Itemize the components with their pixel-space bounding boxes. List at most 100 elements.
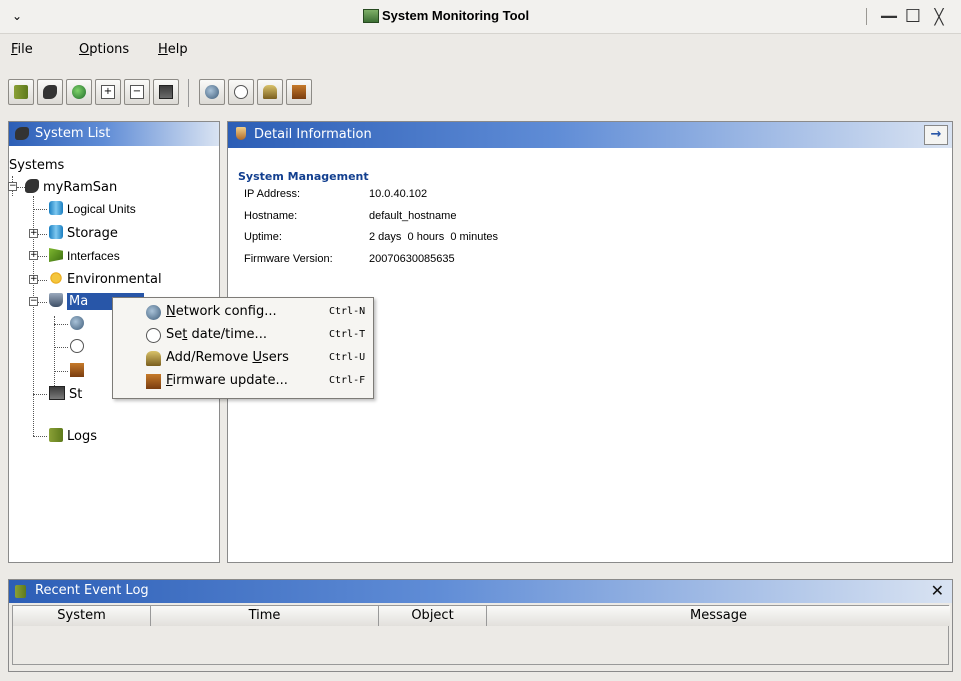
expander-myramsan[interactable]: − [8,182,17,191]
logs-icon [49,428,63,442]
menu-options[interactable]: Options [79,42,129,57]
detail-value-firmware: 20070630085635 [369,253,455,265]
storage-icon [14,85,28,99]
menu-options-mnemonic: O [79,42,90,57]
menu-help[interactable]: Help [158,42,188,57]
network-config-icon [70,316,84,330]
set-time-icon [146,328,161,343]
menu-item-firmware-update[interactable]: Firmware update... Ctrl-F [113,371,373,393]
menu-item-add-remove-users[interactable]: Add/Remove Users Ctrl-U [113,348,373,370]
toolbar-expand-button[interactable]: + [95,79,121,105]
tree-node-logical-units[interactable]: Logical Units [49,201,136,216]
maximize-button[interactable]: ☐ [902,6,924,28]
system-list-header: System List [9,122,219,146]
disk-icon [49,201,63,215]
tree-node-interfaces[interactable]: Interfaces [49,248,120,263]
toolbar-users-button[interactable] [257,79,283,105]
event-log-header: Recent Event Log ✕ [9,580,952,603]
management-context-menu: Network config... Ctrl-N Set date/time..… [112,297,374,399]
tree-node-environmental[interactable]: Environmental [49,271,162,287]
detail-title: Detail Information [254,127,372,142]
users-icon [263,85,277,99]
collapse-tree-icon: − [130,85,144,99]
set-time-icon [234,85,248,99]
toolbar-network-button[interactable] [66,79,92,105]
event-log-table: System Time Object Message [12,605,950,665]
toolbar-system-button[interactable] [37,79,63,105]
column-header-time[interactable]: Time [151,606,379,626]
menu-item-label: Set date/time... [166,327,267,342]
menu-item-label: Network config... [166,304,277,319]
management-icon [49,293,63,307]
menu-item-set-date-time[interactable]: Set date/time... Ctrl-T [113,325,373,347]
tree-node-statistics[interactable]: St [49,386,82,402]
event-log-panel: Recent Event Log ✕ System Time Object Me… [8,579,953,672]
tree-node-set-time[interactable] [70,339,88,355]
column-header-object[interactable]: Object [379,606,487,626]
tree-node-network-config[interactable] [70,316,88,332]
window-menu-icon[interactable]: ⌄ [8,7,26,25]
tree-label-environmental: Environmental [67,272,162,287]
menu-help-label: elp [167,42,188,57]
firmware-icon [146,374,161,389]
tree-label-myramsan: myRamSan [43,180,118,195]
menu-item-shortcut: Ctrl-F [329,375,366,386]
toolbar-statistics-button[interactable] [153,79,179,105]
system-list-title: System List [35,126,111,141]
firmware-icon [292,85,306,99]
network-config-icon [146,305,161,320]
tree-label-logs: Logs [67,429,97,444]
statistics-icon [159,85,173,99]
system-icon [43,85,57,99]
menu-file[interactable]: File [11,42,33,57]
detail-label-ip: IP Address: [244,188,301,200]
detail-section-title: System Management [238,170,369,183]
tree-node-firmware[interactable] [70,363,88,379]
expand-tree-icon: + [101,85,115,99]
tree-root-systems[interactable]: Systems [9,158,64,173]
tree-label-storage: Storage [67,226,118,241]
tree-node-logs[interactable]: Logs [49,428,97,444]
detail-label-uptime: Uptime: [244,231,282,243]
tree-label-logical-units: Logical Units [67,202,136,216]
logs-icon [15,585,26,598]
title-bar: ⌄ System Monitoring Tool — ☐ ╳ [0,0,961,34]
management-icon [236,127,246,140]
clock-icon [70,339,84,353]
menu-item-label: Firmware update... [166,373,288,388]
network-globe-icon [72,85,86,99]
toolbar-firmware-button[interactable] [286,79,312,105]
tree-node-storage[interactable]: Storage [49,225,118,241]
detail-label-firmware: Firmware Version: [244,253,333,265]
firmware-icon [70,363,84,377]
system-icon [25,179,39,193]
tree-node-myramsan[interactable]: myRamSan [25,179,117,195]
column-header-message[interactable]: Message [487,606,950,626]
network-config-icon [205,85,219,99]
expander-interfaces[interactable]: + [29,251,38,260]
statistics-icon [49,386,65,400]
close-log-icon[interactable]: ✕ [931,581,944,600]
arrow-right-icon[interactable]: → [924,125,948,145]
titlebar-separator [866,8,867,25]
detail-value-ip: 10.0.40.102 [369,188,428,200]
expander-management[interactable]: − [29,297,38,306]
toolbar-storage-button[interactable] [8,79,34,105]
menu-item-network-config[interactable]: Network config... Ctrl-N [113,302,373,324]
menu-help-mnemonic: H [158,42,168,57]
users-icon [146,351,161,366]
close-button[interactable]: ╳ [928,6,950,28]
menu-file-label: ile [17,42,33,57]
event-log-title: Recent Event Log [35,583,149,598]
toolbar-collapse-button[interactable]: − [124,79,150,105]
column-header-system[interactable]: System [13,606,151,626]
toolbar-set-time-button[interactable] [228,79,254,105]
window-title: System Monitoring Tool [382,8,530,23]
expander-storage[interactable]: + [29,229,38,238]
app-icon [363,9,379,23]
expander-environmental[interactable]: + [29,275,38,284]
minimize-button[interactable]: — [878,6,900,28]
detail-header: Detail Information → [228,122,952,148]
tree-label-interfaces: Interfaces [67,249,120,263]
toolbar-network-config-button[interactable] [199,79,225,105]
